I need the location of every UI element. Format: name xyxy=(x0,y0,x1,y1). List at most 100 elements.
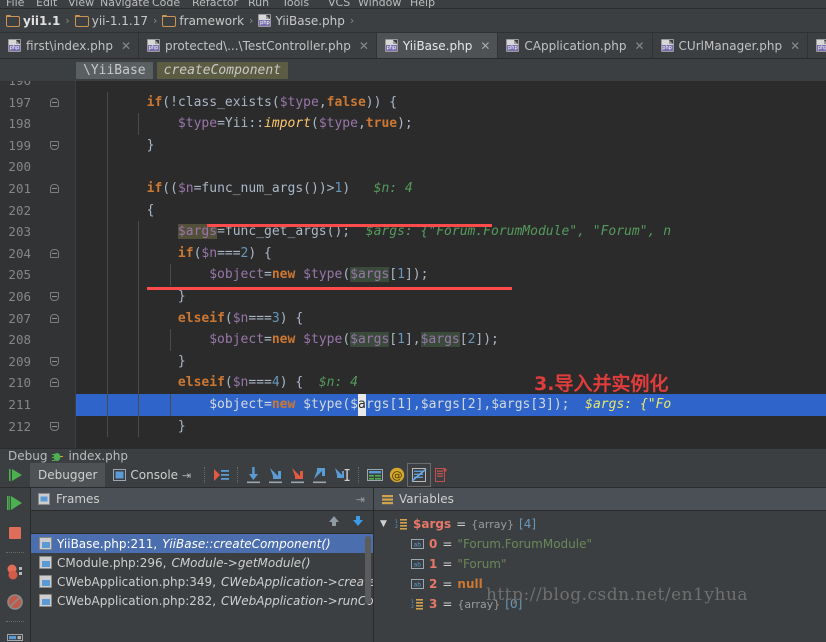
pin-icon[interactable]: ⇥ xyxy=(182,469,191,482)
step-out-icon[interactable] xyxy=(309,464,331,486)
frame-row[interactable]: CWebApplication.php:282, CWebApplication-… xyxy=(31,591,373,610)
breadcrumb-item-yii1-1[interactable]: yii1.1 xyxy=(4,14,62,28)
code-text-area[interactable]: if(!class_exists($type,false)) { $type=Y… xyxy=(76,81,826,448)
variable-row[interactable]: ab 1 = "Forum" xyxy=(374,554,826,574)
editor-tab-first-index-php[interactable]: first\index.php ✕ xyxy=(0,33,140,58)
line-number-210[interactable]: 210 xyxy=(0,372,31,394)
menu-item-vcs[interactable]: VCS xyxy=(328,0,350,8)
frames-scrollbar[interactable] xyxy=(365,536,371,604)
breadcrumb-item-yiibase-php[interactable]: YiiBase.php xyxy=(256,14,346,28)
menu-item-edit[interactable]: Edit xyxy=(36,0,57,8)
menu-item-tools[interactable]: Tools xyxy=(282,0,309,8)
menu-item-help[interactable]: Help xyxy=(410,0,435,8)
restore-layout-icon[interactable] xyxy=(4,630,26,642)
menu-item-code[interactable]: Code xyxy=(152,0,180,8)
view-breakpoints-icon[interactable] xyxy=(4,561,26,583)
line-number-205[interactable]: 205 xyxy=(0,264,31,286)
tab-debugger[interactable]: Debugger xyxy=(30,463,106,487)
code-line-205[interactable]: $object=new $type($args[1]); xyxy=(76,264,826,286)
line-number-209[interactable]: 209 xyxy=(0,351,31,373)
step-into-icon[interactable] xyxy=(265,464,287,486)
editor-tab-curlmanager-php[interactable]: CUrlManager.php ✕ xyxy=(653,33,809,58)
menu-item-navigate[interactable]: Navigate xyxy=(100,0,149,8)
line-number-202[interactable]: 202 xyxy=(0,200,31,222)
breadcrumb-item-framework[interactable]: framework xyxy=(160,14,246,28)
line-number-203[interactable]: 203 xyxy=(0,221,31,243)
variable-row[interactable]: ab 0 = "Forum.ForumModule" xyxy=(374,534,826,554)
stop-icon[interactable] xyxy=(4,522,26,544)
menu-item-window[interactable]: Window xyxy=(358,0,401,8)
fold-marker-210[interactable] xyxy=(50,378,61,389)
frame-row[interactable]: CWebApplication.php:349, CWebApplication-… xyxy=(31,572,373,591)
menu-item-run[interactable]: Run xyxy=(248,0,269,8)
evaluate-expression-icon[interactable] xyxy=(364,464,386,486)
fold-marker-206[interactable] xyxy=(50,292,61,303)
hide-pane-icon[interactable]: ⇥ xyxy=(356,493,365,506)
line-number-211[interactable]: 211 xyxy=(0,394,31,416)
frames-list[interactable]: YiiBase.php:211, YiiBase::createComponent… xyxy=(31,534,373,642)
show-execution-point-icon[interactable] xyxy=(210,464,232,486)
close-tab-icon[interactable]: ✕ xyxy=(634,40,644,52)
line-number-204[interactable]: 204 xyxy=(0,243,31,265)
code-line-211[interactable]: $object=new $type($args[1],$args[2],$arg… xyxy=(76,394,826,416)
frame-up-icon[interactable] xyxy=(327,514,341,531)
code-line-201[interactable]: if(($n=func_num_args())>1) $n: 4 xyxy=(76,178,826,200)
fold-marker-197[interactable] xyxy=(50,97,61,109)
menu-item-refactor[interactable]: Refactor xyxy=(192,0,238,8)
debug-left-rail[interactable]: » xyxy=(0,488,31,642)
variable-row[interactable]: ab 2 = null xyxy=(374,574,826,594)
code-line-204[interactable]: if($n===2) { xyxy=(76,242,826,265)
force-step-into-icon[interactable] xyxy=(287,464,309,486)
menu-bar[interactable]: File Edit View Navigate Code Refactor Run Tools… xyxy=(0,0,826,9)
frame-row[interactable]: YiiBase.php:211, YiiBase::createComponent… xyxy=(31,534,373,553)
editor-gutter[interactable]: 1961971981992002012022032042052062072082… xyxy=(0,81,76,448)
at-icon[interactable]: @ xyxy=(386,464,408,486)
editor-tab-bar[interactable]: first\index.php✕protected\...\TestContro… xyxy=(0,33,826,59)
close-tab-icon[interactable]: ✕ xyxy=(359,40,369,52)
step-over-icon[interactable] xyxy=(243,464,265,486)
frame-row[interactable]: CModule.php:296, CModule->getModule() xyxy=(31,553,373,572)
mute-breakpoints-icon[interactable] xyxy=(4,591,26,613)
fold-marker-204[interactable] xyxy=(50,248,61,260)
resume-program-icon[interactable] xyxy=(6,464,28,486)
close-tab-icon[interactable]: ✕ xyxy=(790,40,800,52)
menu-item-file[interactable]: File xyxy=(6,0,24,8)
expand-twisty-icon[interactable]: ▼ xyxy=(380,519,390,529)
resume-program-icon[interactable] xyxy=(4,492,26,514)
line-number-201[interactable]: 201 xyxy=(0,178,31,200)
line-number-207[interactable]: 207 xyxy=(0,308,31,330)
editor-tab-protected-testcontroller-php[interactable]: protected\...\TestController.php ✕ xyxy=(139,33,377,58)
code-line-210[interactable]: elseif($n===4) { $n: 4 xyxy=(76,372,826,394)
close-tab-icon[interactable]: ✕ xyxy=(121,40,131,52)
editor-tab-yiibase-php[interactable]: YiiBase.php ✕ xyxy=(376,33,499,58)
code-line-200[interactable] xyxy=(76,156,826,178)
tab-console[interactable]: Console ⇥ xyxy=(105,463,199,487)
fold-marker-207[interactable] xyxy=(50,313,61,325)
menu-item-view[interactable]: View xyxy=(68,0,94,8)
line-number-212[interactable]: 212 xyxy=(0,416,31,438)
line-number-199[interactable]: 199 xyxy=(0,135,31,157)
frame-down-icon[interactable] xyxy=(351,514,365,531)
line-number-198[interactable]: 198 xyxy=(0,113,31,135)
close-tab-icon[interactable]: ✕ xyxy=(480,40,490,52)
run-to-cursor-icon[interactable] xyxy=(331,464,353,486)
code-line-197[interactable]: if(!class_exists($type,false)) { xyxy=(76,91,826,114)
structure-breadcrumb-bar[interactable]: \YiiBase createComponent xyxy=(0,59,826,81)
editor-tab-capplication-php[interactable]: CApplication.php ✕ xyxy=(498,33,653,58)
breadcrumb-item-yii-1-1-17[interactable]: yii-1.1.17 xyxy=(73,14,150,28)
structure-method-chip[interactable]: createComponent xyxy=(156,61,289,79)
code-line-207[interactable]: elseif($n===3) { xyxy=(76,307,826,330)
line-number-206[interactable]: 206 xyxy=(0,286,31,308)
variables-list[interactable]: http://blog.csdn.net/en1yhua ▼ 1 2 $args = {a… xyxy=(374,511,826,642)
line-number-197[interactable]: 197 xyxy=(0,92,31,114)
fold-marker-209[interactable] xyxy=(50,356,61,368)
line-number-200[interactable]: 200 xyxy=(0,156,31,178)
structure-class-chip[interactable]: \YiiBase xyxy=(76,61,153,79)
fold-marker-199[interactable] xyxy=(50,140,61,152)
variable-row[interactable]: ▼ 1 2 $args = {array} [4] xyxy=(374,514,826,534)
code-editor[interactable]: 1961971981992002012022032042052062072082… xyxy=(0,81,826,448)
fold-marker-212[interactable] xyxy=(50,421,61,433)
settings-icon[interactable] xyxy=(430,464,452,486)
breadcrumb[interactable]: yii1.1 › yii-1.1.17 › framework › YiiBase.php › xyxy=(0,9,826,33)
code-line-212[interactable]: } xyxy=(76,415,826,438)
